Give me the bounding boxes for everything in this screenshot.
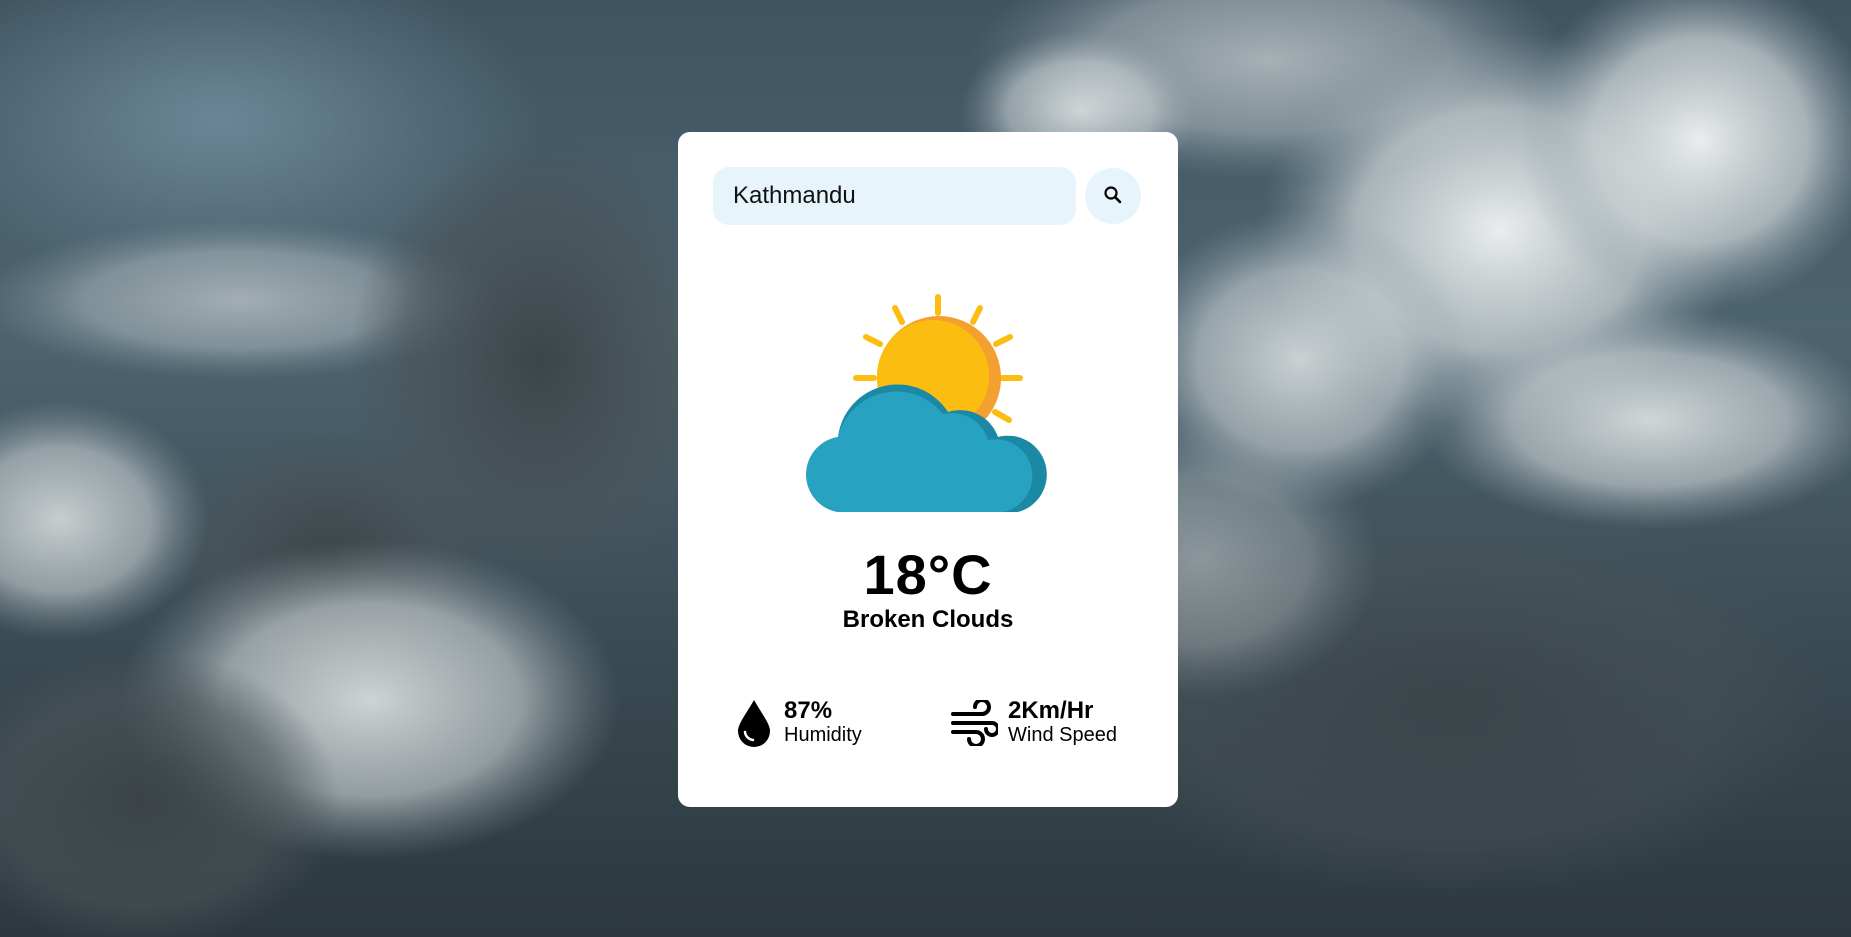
humidity-stat: 87% Humidity: [736, 694, 896, 754]
weather-card: 18°C Broken Clouds 87% Humidity 2Km/Hr W…: [678, 132, 1178, 807]
weather-description: Broken Clouds: [842, 606, 1014, 633]
search-button[interactable]: [1085, 168, 1141, 224]
sun-behind-cloud-icon: [798, 282, 1058, 512]
humidity-value: 87%: [784, 697, 833, 724]
wind-label: Wind Speed: [1008, 724, 1117, 746]
water-drop-icon: [736, 698, 772, 753]
wind-value: 2Km/Hr: [1008, 697, 1094, 724]
search-icon: [1103, 185, 1123, 208]
city-search-input[interactable]: [713, 167, 1076, 225]
wind-stat: 2Km/Hr Wind Speed: [950, 694, 1150, 754]
humidity-label: Humidity: [784, 724, 862, 746]
temperature: 18°C: [863, 543, 993, 606]
wind-icon: [950, 698, 1000, 751]
search-bar: [713, 167, 1143, 225]
